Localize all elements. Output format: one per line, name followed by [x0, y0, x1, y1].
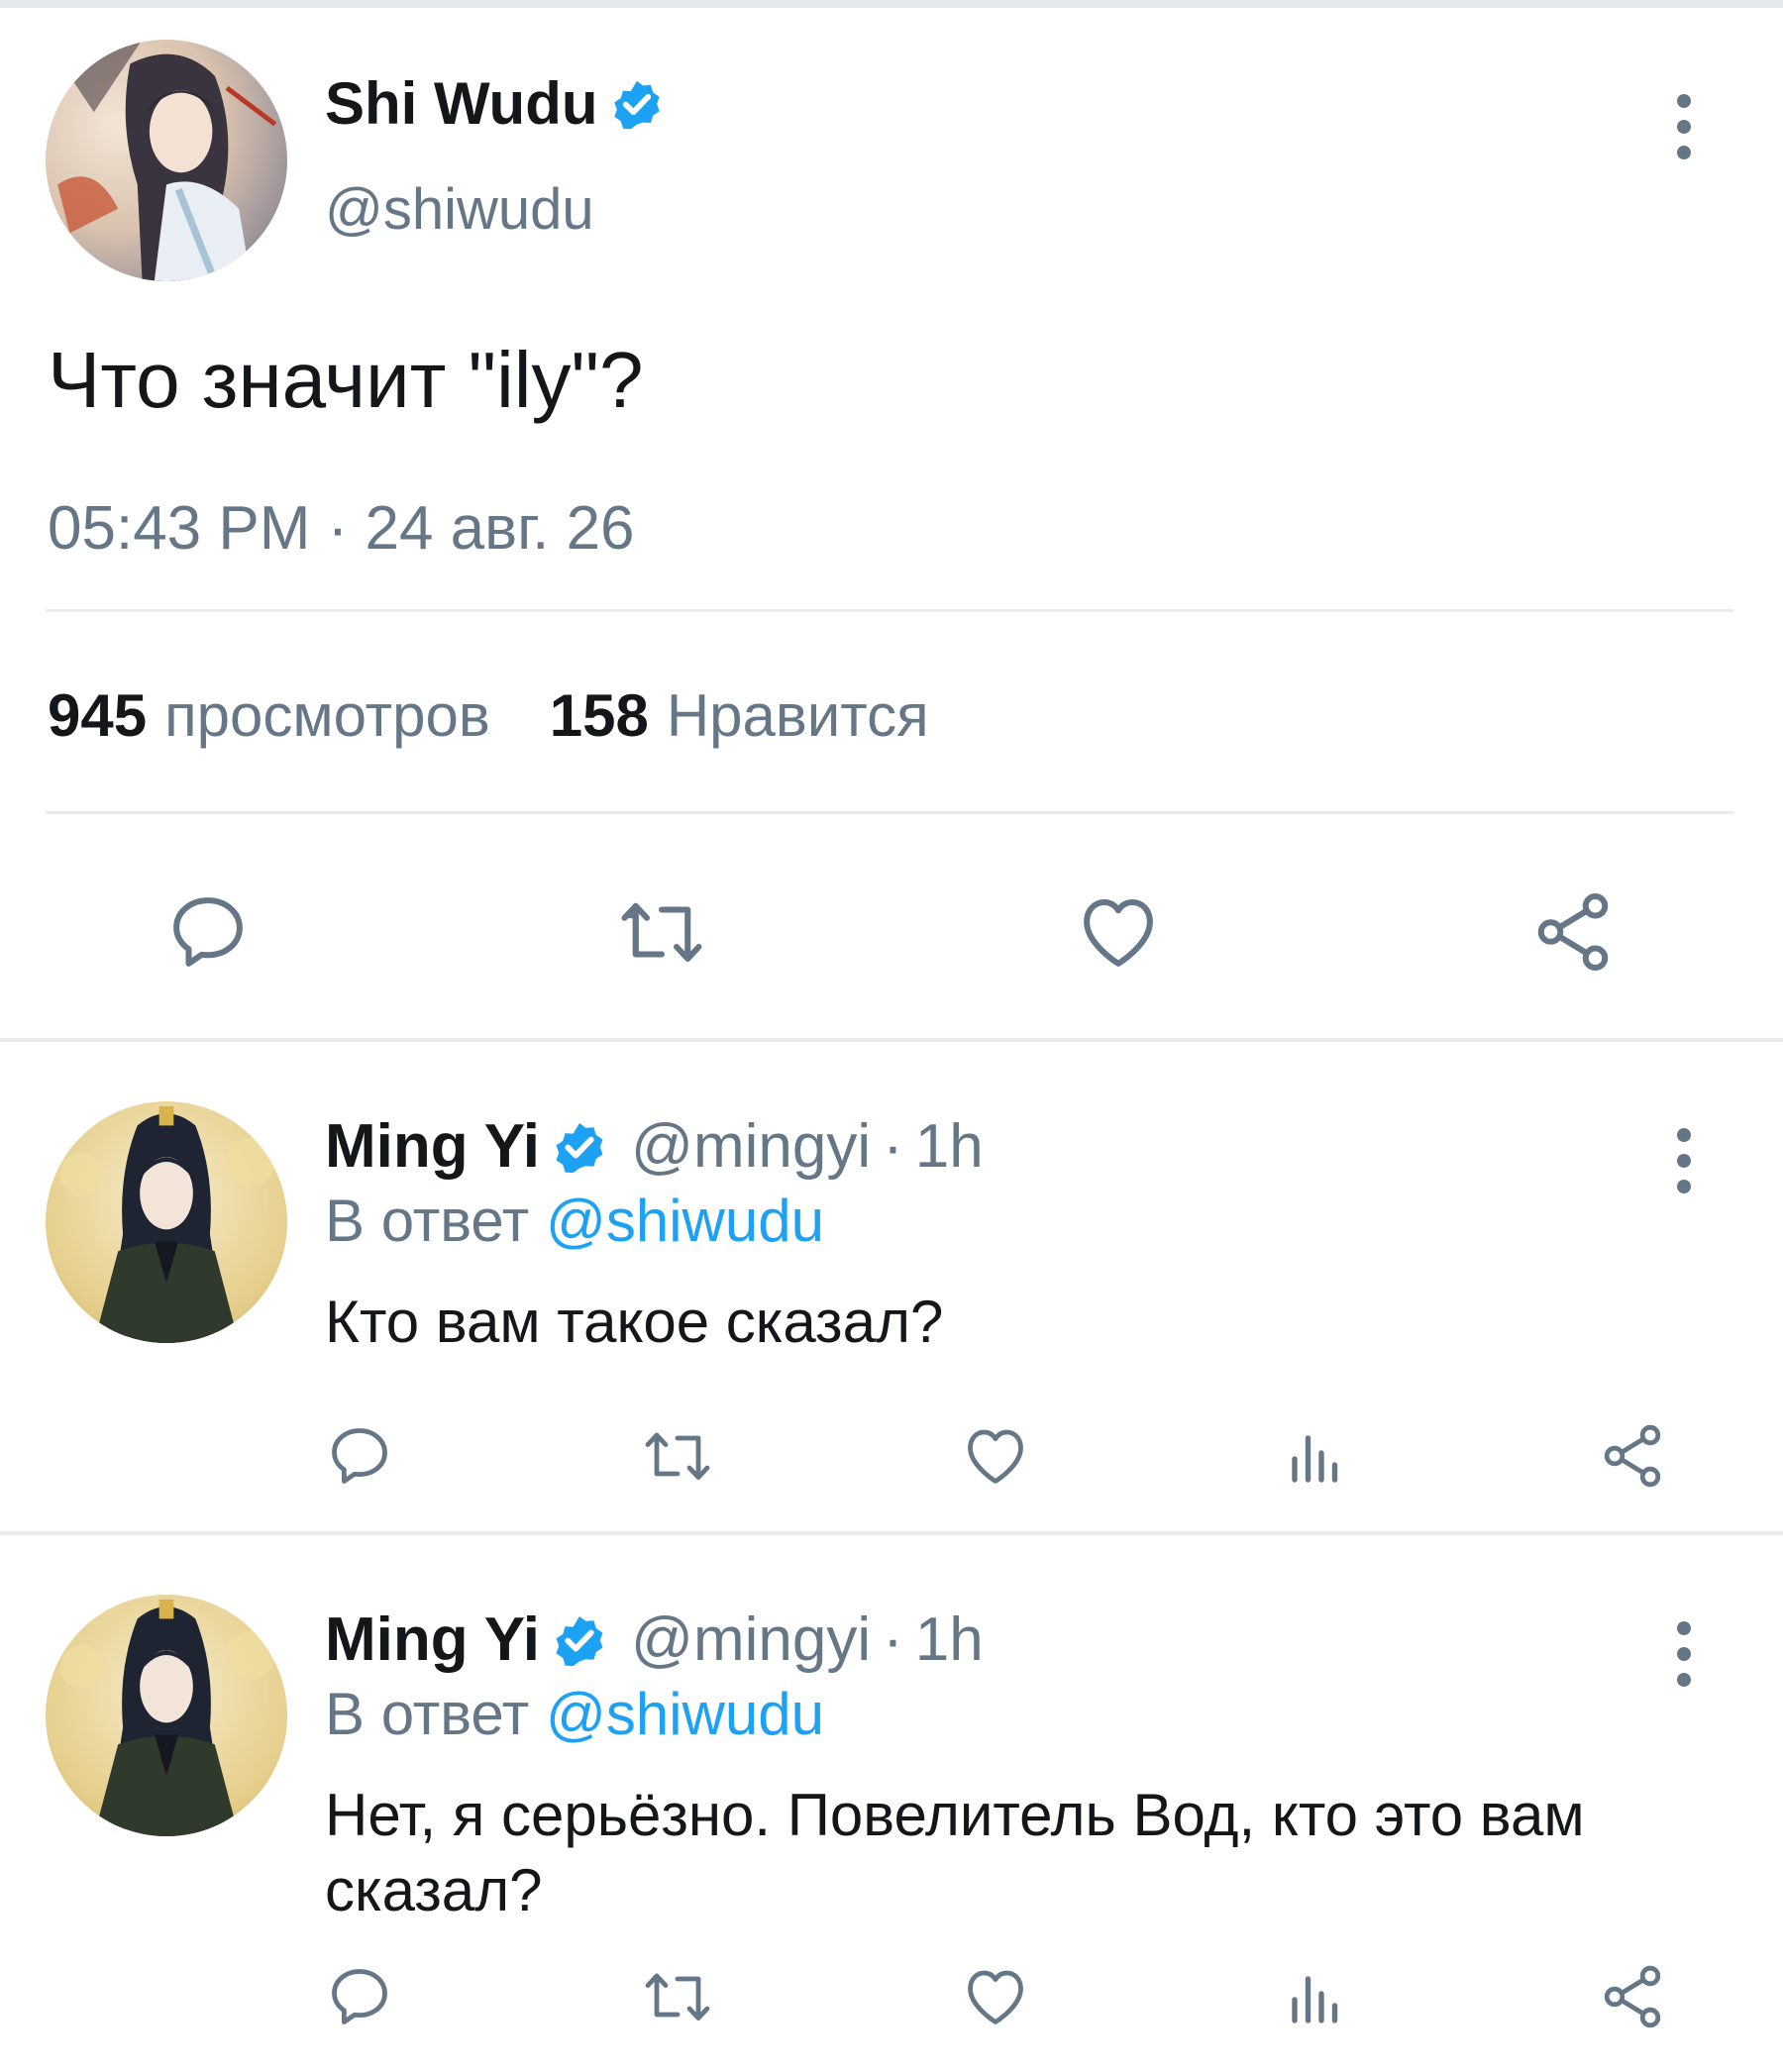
divider	[46, 609, 1733, 612]
author-handle[interactable]: @mingyi	[631, 1111, 871, 1182]
author-name[interactable]: Ming Yi	[325, 1605, 540, 1675]
more-options-icon[interactable]	[1664, 1614, 1704, 1694]
retweet-icon[interactable]	[638, 1420, 717, 1492]
reply-icon[interactable]	[324, 1961, 395, 2032]
author-handle[interactable]: @shiwudu	[325, 176, 594, 243]
verified-badge-icon	[548, 1608, 611, 1672]
reply-tweet[interactable]: Ming Yi @mingyi · 1h В ответ @shiwudu Кт…	[0, 1042, 1783, 1531]
reply-header: Ming Yi @mingyi · 1h	[325, 1111, 984, 1182]
top-border	[0, 0, 1783, 8]
author-name[interactable]: Ming Yi	[325, 1111, 540, 1182]
author-handle[interactable]: @mingyi	[631, 1605, 871, 1675]
tweet-text: Что значит "ily"?	[48, 336, 644, 424]
like-icon[interactable]	[1073, 887, 1164, 977]
views-stat[interactable]: 945 просмотров	[48, 681, 490, 750]
views-icon[interactable]	[1280, 1961, 1351, 2032]
reply-to-prefix: В ответ	[325, 1681, 530, 1747]
like-icon[interactable]	[959, 1961, 1032, 2032]
retweet-icon[interactable]	[638, 1961, 717, 2032]
reply-to-line: В ответ @shiwudu	[325, 1187, 824, 1255]
verified-badge-icon	[606, 73, 668, 135]
likes-label: Нравится	[666, 682, 929, 749]
divider	[46, 811, 1733, 814]
reply-to-handle-link[interactable]: @shiwudu	[546, 1681, 824, 1747]
like-icon[interactable]	[959, 1420, 1032, 1492]
likes-count: 158	[549, 682, 649, 749]
reply-to-prefix: В ответ	[325, 1188, 530, 1254]
share-icon[interactable]	[1528, 887, 1618, 977]
reply-header: Ming Yi @mingyi · 1h	[325, 1605, 984, 1675]
views-icon[interactable]	[1280, 1420, 1351, 1492]
reply-text: Нет, я серьёзно. Повелитель Вод, кто это…	[325, 1782, 1585, 1923]
avatar[interactable]	[46, 1101, 287, 1343]
more-options-icon[interactable]	[1664, 87, 1704, 166]
share-icon[interactable]	[1597, 1961, 1668, 2032]
author-name[interactable]: Shi Wudu	[325, 69, 668, 138]
retweet-icon[interactable]	[612, 887, 711, 977]
main-tweet: Shi Wudu @shiwudu Что значит "ily"? 05:4…	[0, 8, 1783, 1038]
views-count: 945	[48, 682, 148, 749]
reply-icon[interactable]	[324, 1420, 395, 1492]
tweet-stats: 945 просмотров 158 Нравится	[48, 681, 929, 750]
tweet-timestamp: 05:43 PM · 24 авг. 26	[48, 494, 635, 563]
avatar[interactable]	[46, 1595, 287, 1836]
separator-dot: ·	[883, 1112, 903, 1181]
reply-to-line: В ответ @shiwudu	[325, 1680, 824, 1748]
tweet-actions	[0, 880, 1783, 988]
views-label: просмотров	[164, 682, 490, 749]
author-name-text: Shi Wudu	[325, 70, 598, 137]
likes-stat[interactable]: 158 Нравится	[550, 681, 929, 750]
reply-to-handle-link[interactable]: @shiwudu	[546, 1188, 824, 1254]
more-options-icon[interactable]	[1664, 1121, 1704, 1200]
reply-text: Кто вам такое сказал?	[325, 1289, 944, 1355]
share-icon[interactable]	[1597, 1420, 1668, 1492]
reply-icon[interactable]	[163, 887, 253, 977]
tweet-age: 1h	[914, 1606, 984, 1674]
avatar[interactable]	[46, 40, 287, 281]
reply-tweet[interactable]: Ming Yi @mingyi · 1h В ответ @shiwudu Не…	[0, 1535, 1783, 2072]
verified-badge-icon	[548, 1115, 611, 1179]
reply-actions	[0, 1420, 1783, 1500]
reply-actions	[0, 1961, 1783, 2040]
separator-dot: ·	[883, 1606, 903, 1674]
tweet-age: 1h	[914, 1112, 984, 1181]
